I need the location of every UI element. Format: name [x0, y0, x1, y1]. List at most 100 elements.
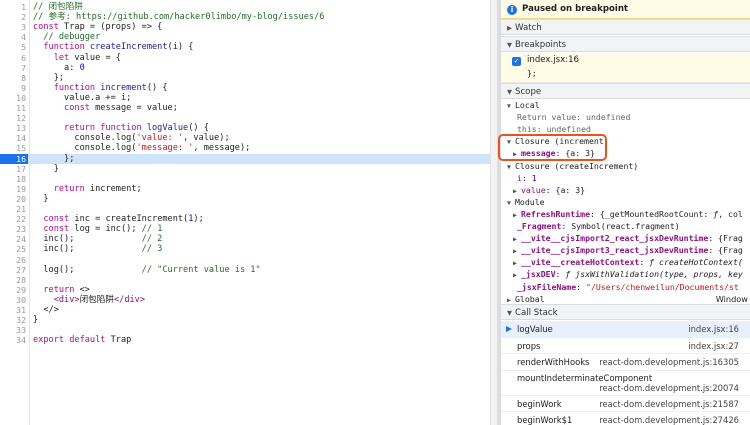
line-number[interactable]: 21	[0, 204, 26, 214]
line-number[interactable]: 20	[0, 194, 26, 204]
line-number[interactable]: 10	[0, 93, 26, 103]
scope-section-header[interactable]: ▼ Scope	[501, 83, 750, 99]
line-number[interactable]: 28	[0, 275, 26, 285]
chevron-right-icon[interactable]: ▶	[513, 257, 521, 268]
code-line[interactable]: 24 inc(); // 2	[0, 234, 497, 244]
watch-section-header[interactable]: ▶ Watch	[501, 19, 750, 35]
line-number[interactable]: 16	[0, 153, 28, 164]
callstack-item[interactable]: props index.jsx:27	[501, 338, 750, 355]
code-line[interactable]: 5 function createIncrement(i) {	[0, 42, 497, 52]
line-number[interactable]: 32	[0, 315, 26, 325]
code-line[interactable]: 33	[0, 325, 497, 335]
code-line[interactable]: 8 };	[0, 73, 497, 83]
chevron-down-icon[interactable]: ▼	[507, 197, 515, 208]
code-line[interactable]: 26	[0, 255, 497, 265]
line-number[interactable]: 3	[0, 22, 26, 32]
scope-row[interactable]: i: 1	[501, 172, 750, 184]
callstack-location[interactable]: index.jsx:16	[688, 321, 739, 338]
code-line[interactable]: 27 log(); // "Current value is 1"	[0, 265, 497, 275]
code-line[interactable]: 28	[0, 275, 497, 285]
chevron-right-icon[interactable]: ▶	[513, 209, 521, 220]
chevron-right-icon[interactable]: ▶	[513, 245, 521, 256]
code-line[interactable]: 15 console.log('message: ', message);	[0, 143, 497, 153]
code-line[interactable]: 20 }	[0, 194, 497, 204]
line-number[interactable]: 9	[0, 83, 26, 93]
scope-row[interactable]: ▼ Closure (createIncrement)	[501, 160, 750, 172]
code-line[interactable]: 10 value.a += i;	[0, 93, 497, 103]
chevron-down-icon[interactable]: ▼	[507, 100, 515, 111]
callstack-item[interactable]: beginWork$1 react-dom.development.js:2742…	[501, 412, 750, 425]
chevron-right-icon[interactable]: ▶	[513, 269, 521, 280]
line-number[interactable]: 33	[0, 325, 26, 335]
code-line[interactable]: 31 </>	[0, 305, 497, 315]
line-number[interactable]: 13	[0, 123, 26, 133]
line-number[interactable]: 22	[0, 214, 26, 224]
line-number[interactable]: 24	[0, 234, 26, 244]
code-line[interactable]: 32}	[0, 315, 497, 325]
code-line[interactable]: 34 export default Trap	[0, 335, 497, 345]
scope-row[interactable]: Return value: undefined	[501, 111, 750, 123]
line-number[interactable]: 14	[0, 133, 26, 143]
line-number[interactable]: 25	[0, 244, 26, 254]
callstack-item[interactable]: beginWork react-dom.development.js:21587	[501, 396, 750, 413]
code-line[interactable]: 4 // debugger	[0, 32, 497, 42]
code-line[interactable]: 30 <div>闭包陷阱</div>	[0, 295, 497, 305]
callstack-section-header[interactable]: ▼ Call Stack	[501, 304, 750, 320]
chevron-down-icon[interactable]: ▼	[507, 161, 515, 172]
line-number[interactable]: 19	[0, 184, 26, 194]
scope-row[interactable]: ▶ Global Window	[501, 293, 750, 305]
line-number[interactable]: 18	[0, 174, 26, 184]
code-line[interactable]: 3 const Trap = (props) => {	[0, 22, 497, 32]
callstack-item[interactable]: logValue index.jsx:16	[501, 321, 750, 338]
scope-row[interactable]: ▶ __vite__createHotContext: ƒ createHotCo…	[501, 256, 750, 268]
line-number[interactable]: 4	[0, 32, 26, 42]
code-line[interactable]: 18	[0, 174, 497, 184]
scope-row[interactable]: _Fragment: Symbol(react.fragment)	[501, 220, 750, 232]
code-line[interactable]: 29 return <>	[0, 285, 497, 295]
code-line[interactable]: 9 function increment() {	[0, 83, 497, 93]
code-line[interactable]: 1 // 闭包陷阱	[0, 2, 497, 12]
line-number[interactable]: 34	[0, 335, 26, 345]
breakpoints-section-header[interactable]: ▼ Breakpoints	[501, 36, 750, 52]
line-number[interactable]: 2	[0, 12, 26, 22]
code-line[interactable]: 13 return function logValue() {	[0, 123, 497, 133]
checkbox-checked-icon[interactable]: ✓	[512, 57, 521, 66]
chevron-right-icon[interactable]: ▶	[513, 233, 521, 244]
code-line[interactable]: 21	[0, 204, 497, 214]
line-number[interactable]: 6	[0, 53, 26, 63]
code-line[interactable]: 7 a: 0	[0, 63, 497, 73]
line-number[interactable]: 30	[0, 295, 26, 305]
code-line[interactable]: 16 };	[0, 153, 497, 164]
callstack-location[interactable]: react-dom.development.js:16305	[599, 354, 739, 371]
code-line[interactable]: 2 // 参考: https://github.com/hacker0limbo/…	[0, 12, 497, 22]
code-line[interactable]: 22 const inc = createIncrement(1);	[0, 214, 497, 224]
scope-row[interactable]: ▶ _jsxDEV: ƒ jsxWithValidation(type, prop…	[501, 268, 750, 280]
code-editor[interactable]: 1 // 闭包陷阱 2 // 参考: https://github.com/hacke…	[0, 0, 497, 425]
callstack-location[interactable]: react-dom.development.js:27426	[599, 412, 739, 425]
line-number[interactable]: 23	[0, 224, 26, 234]
line-number[interactable]: 12	[0, 113, 26, 123]
line-number[interactable]: 29	[0, 285, 26, 295]
scope-row[interactable]: ▶ __vite__cjsImport2_react_jsxDevRuntime:…	[501, 232, 750, 244]
code-line[interactable]: 19 return increment;	[0, 184, 497, 194]
line-number[interactable]: 26	[0, 255, 26, 265]
code-line[interactable]: 14 console.log('value: ', value);	[0, 133, 497, 143]
line-number[interactable]: 15	[0, 143, 26, 153]
line-number[interactable]: 1	[0, 2, 26, 12]
callstack-location[interactable]: react-dom.development.js:21587	[599, 396, 739, 413]
scope-row[interactable]: ▶ value: {a: 3}	[501, 184, 750, 196]
scope-row[interactable]: _jsxFileName: "/Users/chenweilun/Documen…	[501, 281, 750, 293]
line-number[interactable]: 31	[0, 305, 26, 315]
line-number[interactable]: 5	[0, 42, 26, 52]
scope-row[interactable]: ▼ Local	[501, 99, 750, 111]
line-number[interactable]: 17	[0, 164, 26, 174]
callstack-location[interactable]: index.jsx:27	[688, 338, 739, 355]
breakpoint-item[interactable]: ✓ index.jsx:16 };	[501, 53, 750, 83]
code-line[interactable]: 23 const log = inc(); // 1	[0, 224, 497, 234]
callstack-location[interactable]: react-dom.development.js:20074	[599, 381, 739, 395]
line-number[interactable]: 8	[0, 73, 26, 83]
code-line[interactable]: 6 let value = {	[0, 53, 497, 63]
code-line[interactable]: 11 const message = value;	[0, 103, 497, 113]
code-line[interactable]: 12	[0, 113, 497, 123]
callstack-item[interactable]: renderWithHooks react-dom.development.js:…	[501, 354, 750, 371]
